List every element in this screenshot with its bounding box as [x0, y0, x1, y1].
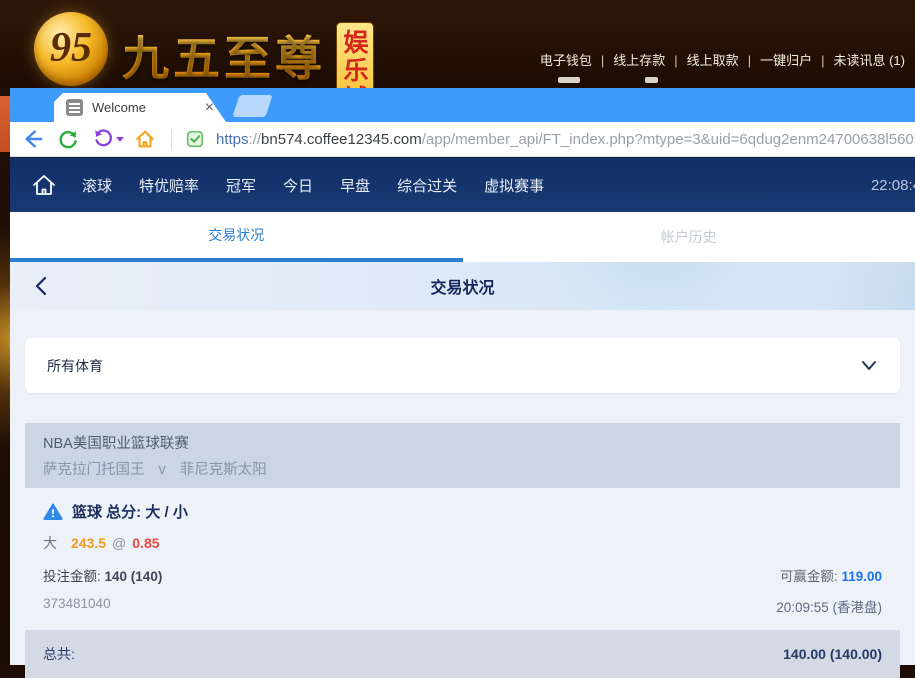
away-team: 菲尼克斯太阳 [180, 462, 267, 478]
match-teams: 萨克拉门托国王 v 菲尼克斯太阳 [43, 458, 882, 479]
undo-button[interactable] [92, 128, 124, 150]
nav-item-special-odds[interactable]: 特优赔率 [139, 175, 199, 196]
market-name: 篮球 总分: 大 / 小 [72, 501, 188, 522]
logo-text: 九五至尊 [122, 20, 326, 89]
selection-odds: 0.85 [132, 535, 159, 551]
win-label: 可赢金额: [780, 569, 838, 584]
match-header: NBA美国职业篮球联赛 萨克拉门托国王 v 菲尼克斯太阳 [25, 423, 900, 488]
logo-95-icon: 95 [34, 12, 108, 86]
selection-side: 大 [43, 535, 57, 551]
url-domain: bn574.coffee12345.com [261, 131, 422, 148]
site-top-banner: 95 九五至尊 娱乐城 电子钱包|线上存款|线上取款|一键归户|未读讯息 (1) [0, 0, 915, 88]
potential-win: 可赢金额: 119.00 [780, 565, 882, 585]
toolbar-divider [171, 129, 172, 149]
nav-item-early[interactable]: 早盘 [340, 175, 370, 196]
tab-transaction-status[interactable]: 交易状况 [10, 212, 463, 262]
nav-item-champion[interactable]: 冠军 [226, 175, 256, 196]
amounts-row: 投注金额: 140 (140) 可赢金额: 119.00 [43, 565, 882, 585]
bet-id: 373481040 [43, 596, 111, 616]
url-scheme: https [216, 131, 249, 148]
nav-item-live[interactable]: 滚球 [82, 175, 112, 196]
new-tab-button[interactable] [232, 95, 272, 117]
total-row: 总共: 140.00 (140.00) [25, 630, 900, 678]
link-separator: | [748, 53, 751, 68]
undo-icon [92, 128, 114, 150]
sport-filter-label: 所有体育 [47, 356, 860, 376]
account-links: 电子钱包 | 线上存款 | 线上取款 | 一键归户 | 未读讯息 (1) [540, 50, 905, 69]
home-team: 萨克拉门托国王 [43, 462, 145, 478]
chevron-down-icon [860, 359, 878, 373]
warning-icon [43, 503, 63, 521]
link-deposit[interactable]: 线上存款 [613, 53, 665, 68]
browser-titlebar: Welcome × [10, 88, 915, 122]
bet-record: NBA美国职业篮球联赛 萨克拉门托国王 v 菲尼克斯太阳 篮球 总分: 大 / 小 … [25, 423, 900, 678]
vs-label: v [159, 462, 166, 478]
site-background-strip [0, 88, 10, 665]
total-value: 140.00 (140.00) [783, 646, 882, 662]
link-messages[interactable]: 未读讯息 (1) [833, 53, 905, 68]
browser-tab[interactable]: Welcome × [54, 93, 226, 122]
link-separator: | [821, 53, 824, 68]
page-header: 交易状况 [10, 262, 915, 310]
section-tabs: 交易状况 帐户历史 [10, 212, 915, 262]
nav-item-today[interactable]: 今日 [283, 175, 313, 196]
stake-value: 140 (140) [105, 569, 163, 584]
meta-row: 373481040 20:09:55 (香港盘) [43, 596, 882, 616]
home-icon [30, 171, 58, 199]
browser-toolbar: https://bn574.coffee12345.com/app/member… [10, 122, 915, 157]
page-document-icon [66, 99, 83, 116]
clock-display: 22:08:4 [871, 158, 915, 213]
total-label: 总共: [43, 644, 75, 664]
back-icon[interactable] [22, 128, 44, 150]
link-separator: | [601, 53, 604, 68]
league-name: NBA美国职业篮球联赛 [43, 432, 882, 453]
market-row: 篮球 总分: 大 / 小 [43, 501, 882, 522]
back-chevron-icon[interactable] [34, 275, 48, 297]
link-ewallet[interactable]: 电子钱包 [540, 53, 592, 68]
background-decoration [0, 96, 10, 152]
clipped-text-fragment [558, 77, 580, 83]
bet-details: 篮球 总分: 大 / 小 大 243.5 @0.85 投注金额: 140 (140)… [25, 488, 900, 616]
link-separator: | [674, 53, 677, 68]
nav-item-virtual[interactable]: 虚拟赛事 [484, 175, 544, 196]
address-bar[interactable]: https://bn574.coffee12345.com/app/member… [216, 131, 915, 148]
logo-monogram: 95 [50, 24, 92, 72]
url-separator: :// [249, 131, 262, 148]
url-path: /app/member_api/FT_index.php?mtype=3&uid… [422, 131, 915, 148]
browser-window: Welcome × https://bn574.coffee12345.co [10, 88, 915, 665]
page-content: 所有体育 NBA美国职业篮球联赛 萨克拉门托国王 v 菲尼克斯太阳 [10, 310, 915, 665]
stake-label: 投注金额: [43, 569, 101, 584]
secure-shield-icon[interactable] [184, 128, 206, 150]
stake: 投注金额: 140 (140) [43, 565, 162, 585]
clipped-text-fragment [645, 77, 658, 83]
chevron-down-icon[interactable] [116, 137, 124, 142]
selection-row: 大 243.5 @0.85 [43, 533, 882, 553]
link-onekey[interactable]: 一键归户 [760, 53, 812, 68]
close-icon[interactable]: × [203, 100, 216, 116]
tab-account-history[interactable]: 帐户历史 [463, 212, 915, 262]
win-value: 119.00 [841, 569, 882, 584]
link-withdraw[interactable]: 线上取款 [687, 53, 739, 68]
sport-filter-dropdown[interactable]: 所有体育 [25, 338, 900, 393]
selection-line: 243.5 [71, 535, 106, 551]
tab-title: Welcome [92, 100, 203, 115]
bet-time: 20:09:55 (香港盘) [776, 596, 882, 616]
sports-navbar: 滚球 特优赔率 冠军 今日 早盘 综合过关 虚拟赛事 22:08:4 [10, 157, 915, 212]
refresh-icon[interactable] [57, 128, 79, 150]
page-title: 交易状况 [430, 274, 494, 298]
nav-home-button[interactable] [30, 171, 58, 199]
nav-item-parlay[interactable]: 综合过关 [397, 175, 457, 196]
at-symbol: @ [112, 535, 126, 551]
home-icon[interactable] [134, 128, 156, 150]
